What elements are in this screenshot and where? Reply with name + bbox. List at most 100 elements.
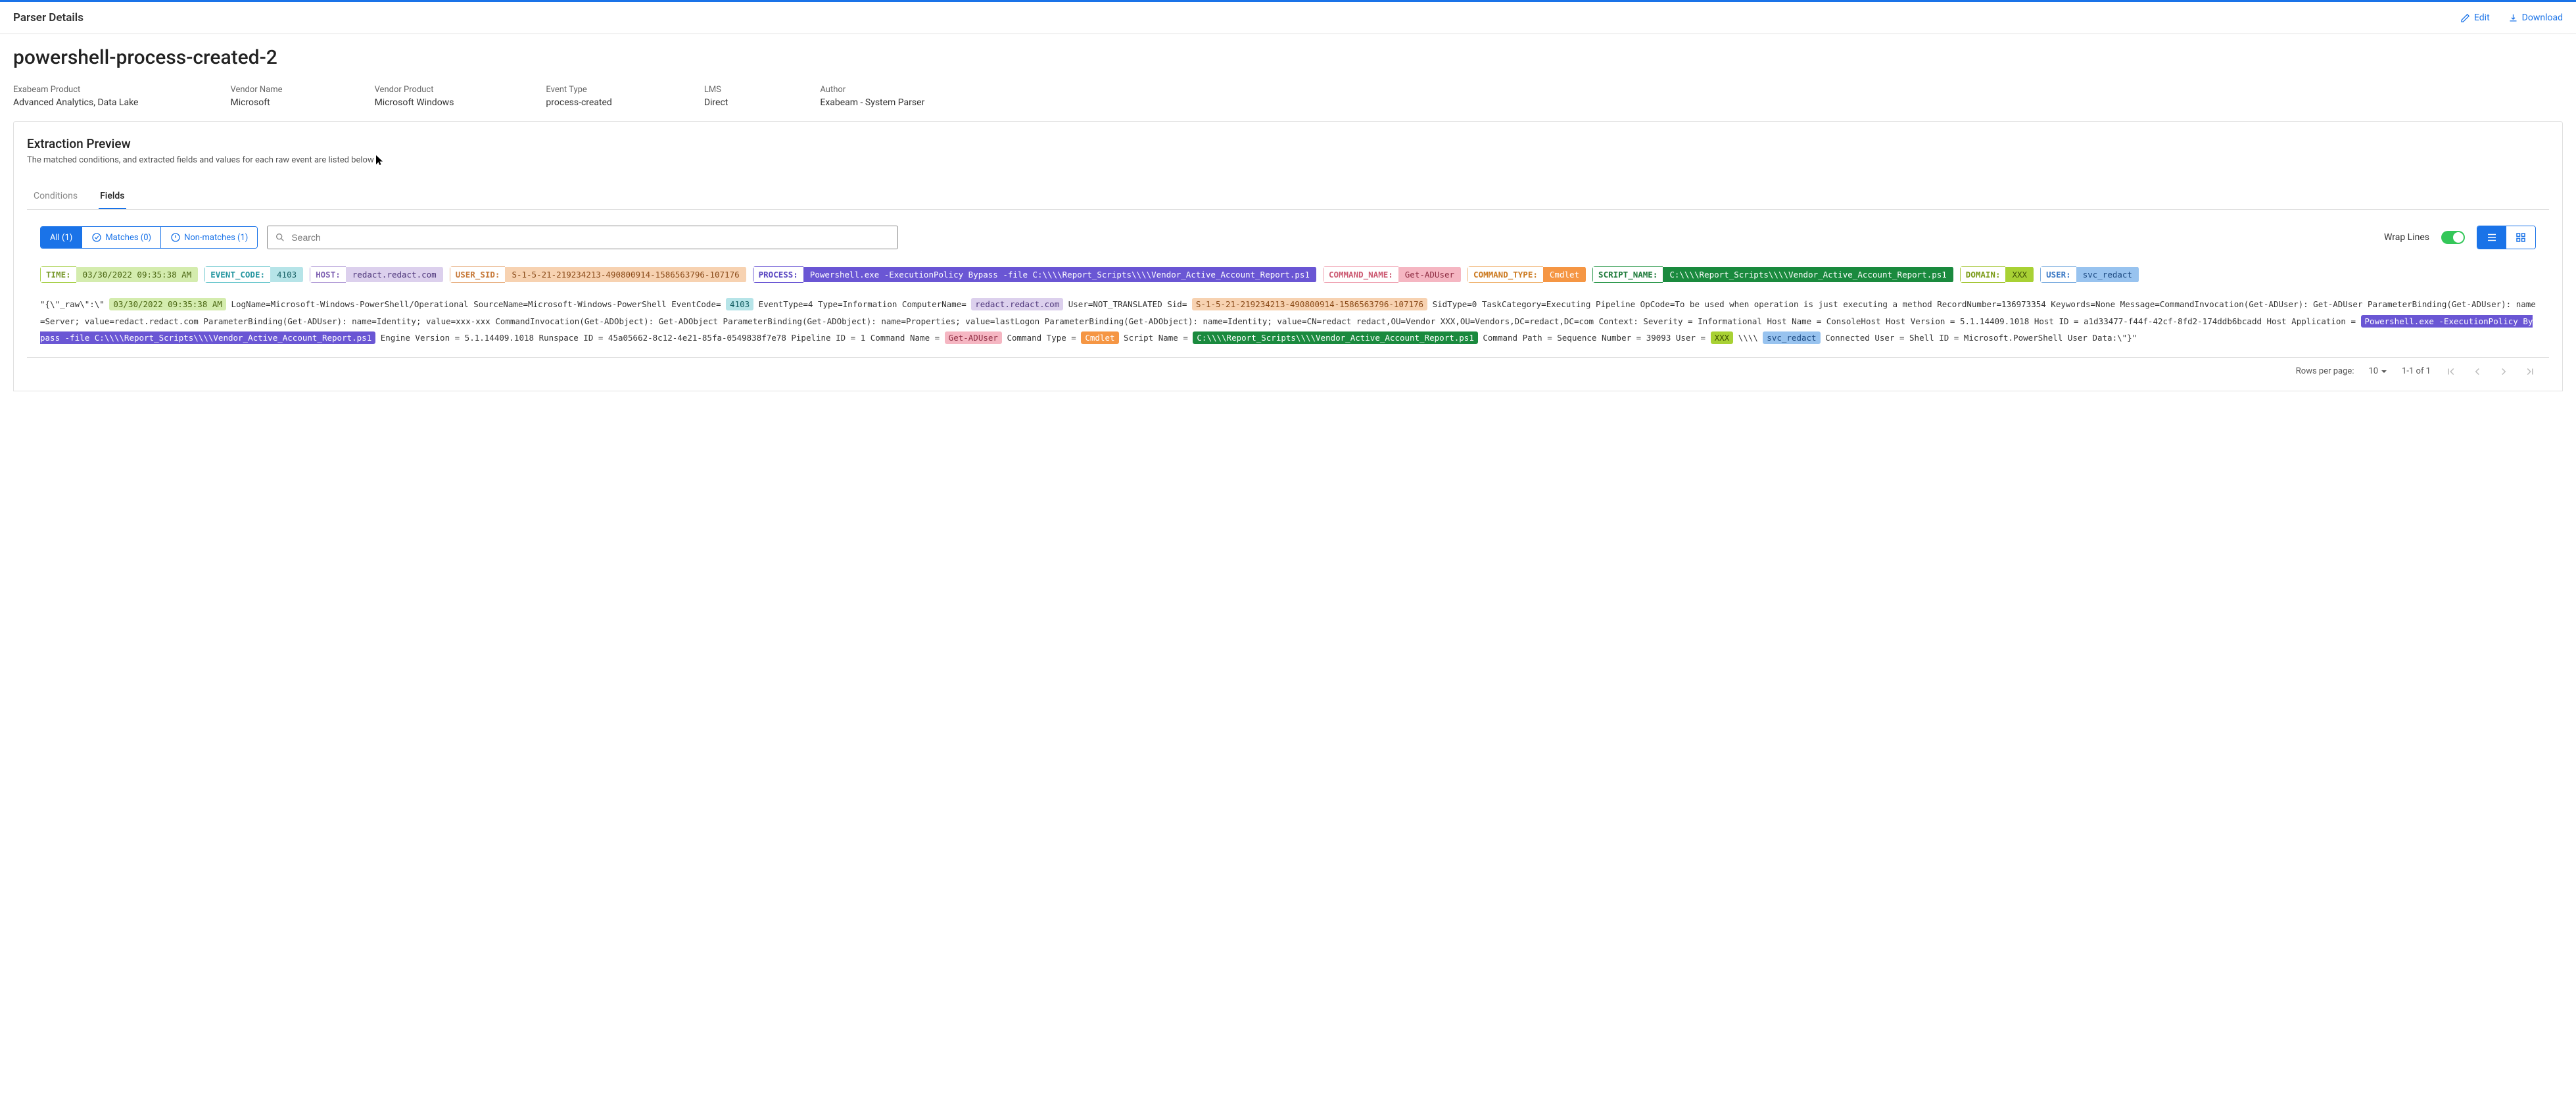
pill-ctype-val: Cmdlet: [1543, 267, 1586, 282]
raw-t7: Command Type =: [1002, 333, 1081, 343]
pill-dom-key: DOMAIN:: [1960, 266, 2006, 283]
filter-all[interactable]: All (1): [41, 227, 82, 248]
raw-hl-ctype: Cmdlet: [1081, 331, 1118, 344]
filter-matches[interactable]: Matches (0): [82, 227, 161, 248]
header-bar: Parser Details Edit Download: [0, 2, 2576, 34]
preview-subtitle-text: The matched conditions, and extracted fi…: [27, 155, 374, 165]
filter-nonmatches[interactable]: Non-matches (1): [161, 227, 257, 248]
meta-vprod-label: Vendor Product: [375, 85, 454, 95]
pager-last[interactable]: [2524, 366, 2536, 378]
filter-matches-label: Matches (0): [105, 233, 151, 243]
rows-per-page-select[interactable]: 10: [2368, 366, 2387, 376]
raw-hl-time: 03/30/2022 09:35:38 AM: [109, 298, 226, 310]
raw-hl-dom: XXX: [1711, 331, 1734, 344]
pill-user-val: svc_redact: [2076, 267, 2139, 282]
raw-hl-user: svc_redact: [1763, 331, 1820, 344]
meta-vprod-value: Microsoft Windows: [375, 97, 454, 108]
parser-name: powershell-process-created-2: [13, 46, 2563, 69]
list-icon: [2486, 232, 2498, 243]
pill-sid-val: S-1-5-21-219234213-490800914-1586563796-…: [505, 267, 746, 282]
view-grid-button[interactable]: [2506, 226, 2535, 249]
pill-proc-val: Powershell.exe -ExecutionPolicy Bypass -…: [803, 267, 1316, 282]
meta-product: Exabeam Product Advanced Analytics, Data…: [13, 85, 138, 108]
page-title: Parser Details: [13, 11, 83, 24]
pager-next[interactable]: [2498, 366, 2510, 378]
pill-host: HOST:redact.redact.com: [310, 266, 443, 283]
pill-host-val: redact.redact.com: [346, 267, 443, 282]
raw-hl-host: redact.redact.com: [971, 298, 1063, 310]
pill-process: PROCESS:Powershell.exe -ExecutionPolicy …: [753, 266, 1316, 283]
chevron-right-icon: [2498, 366, 2510, 378]
view-segmented: [2477, 226, 2536, 249]
meta-product-label: Exabeam Product: [13, 85, 138, 95]
search-icon: [275, 232, 285, 243]
pill-time: TIME:03/30/2022 09:35:38 AM: [40, 266, 198, 283]
raw-t6: Engine Version = 5.1.14409.1018 Runspace…: [375, 333, 944, 343]
raw-t9: Command Path = Sequence Number = 39093 U…: [1478, 333, 1711, 343]
pager-prev[interactable]: [2471, 366, 2483, 378]
tab-fields[interactable]: Fields: [99, 184, 126, 209]
pill-command-name: COMMAND_NAME:Get-ADUser: [1323, 266, 1461, 283]
meta-lms: LMS Direct: [704, 85, 728, 108]
meta-author-label: Author: [820, 85, 924, 95]
pager: Rows per page: 10 1-1 of 1: [27, 358, 2549, 378]
pill-time-key: TIME:: [40, 266, 76, 283]
cursor-icon: [376, 155, 383, 168]
pill-ec-val: 4103: [270, 267, 303, 282]
tabs: Conditions Fields: [27, 184, 2549, 210]
filter-segmented: All (1) Matches (0) Non-matches (1): [40, 226, 258, 249]
pill-sid-key: USER_SID:: [450, 266, 506, 283]
chevron-left-icon: [2471, 366, 2483, 378]
pill-command-type: COMMAND_TYPE:Cmdlet: [1467, 266, 1586, 283]
meta-lms-label: LMS: [704, 85, 728, 95]
raw-hl-script: C:\\\\Report_Scripts\\\\Vendor_Active_Ac…: [1193, 331, 1477, 344]
pill-cmd-val: Get-ADUser: [1398, 267, 1461, 282]
first-page-icon: [2445, 366, 2457, 378]
edit-label: Edit: [2474, 12, 2490, 23]
raw-t8: Script Name =: [1119, 333, 1193, 343]
pager-range: 1-1 of 1: [2402, 366, 2431, 376]
pill-user-sid: USER_SID:S-1-5-21-219234213-490800914-15…: [450, 266, 746, 283]
tab-conditions[interactable]: Conditions: [32, 184, 79, 209]
view-list-button[interactable]: [2477, 226, 2506, 249]
meta-author-value: Exabeam - System Parser: [820, 97, 924, 108]
raw-hl-ec: 4103: [726, 298, 753, 310]
search-input[interactable]: [267, 226, 898, 249]
pill-ec-key: EVENT_CODE:: [204, 266, 270, 283]
pager-nav: [2445, 366, 2536, 378]
meta-author: Author Exabeam - System Parser: [820, 85, 924, 108]
meta-etype-value: process-created: [546, 97, 611, 108]
meta-etype: Event Type process-created: [546, 85, 611, 108]
pill-script-val: C:\\\\Report_Scripts\\\\Vendor_Active_Ac…: [1663, 267, 1953, 282]
toolbar: All (1) Matches (0) Non-matches (1) Wrap…: [27, 226, 2549, 249]
pill-user: USER:svc_redact: [2040, 266, 2139, 283]
wrap-lines-toggle[interactable]: [2441, 231, 2465, 244]
raw-t1: "{\"_raw\":\": [40, 299, 109, 309]
last-page-icon: [2524, 366, 2536, 378]
pencil-icon: [2460, 13, 2470, 23]
caret-down-icon: [2381, 368, 2387, 375]
title-section: powershell-process-created-2: [0, 34, 2576, 85]
meta-vendor-label: Vendor Name: [230, 85, 282, 95]
pill-dom-val: XXX: [2005, 267, 2034, 282]
pager-first[interactable]: [2445, 366, 2457, 378]
check-circle-icon: [91, 232, 102, 243]
raw-t2: LogName=Microsoft-Windows-PowerShell/Ope…: [226, 299, 726, 309]
rows-per-page-value: 10: [2368, 366, 2378, 376]
pill-proc-key: PROCESS:: [753, 266, 803, 283]
raw-t3: EventType=4 Type=Information ComputerNam…: [753, 299, 971, 309]
pill-cmd-key: COMMAND_NAME:: [1323, 266, 1398, 283]
search-wrap: [267, 226, 898, 249]
download-icon: [2508, 13, 2518, 23]
raw-t11: Connected User = Shell ID = Microsoft.Po…: [1821, 333, 2137, 343]
raw-hl-cmd: Get-ADUser: [945, 331, 1002, 344]
raw-t4: User=NOT_TRANSLATED Sid=: [1063, 299, 1192, 309]
download-button[interactable]: Download: [2508, 12, 2563, 23]
edit-button[interactable]: Edit: [2460, 12, 2490, 23]
alert-circle-icon: [170, 232, 181, 243]
grid-icon: [2515, 232, 2527, 243]
field-pills: TIME:03/30/2022 09:35:38 AM EVENT_CODE:4…: [27, 266, 2549, 283]
pill-script-key: SCRIPT_NAME:: [1592, 266, 1663, 283]
wrap-lines-label: Wrap Lines: [2384, 232, 2429, 243]
meta-vendor: Vendor Name Microsoft: [230, 85, 282, 108]
